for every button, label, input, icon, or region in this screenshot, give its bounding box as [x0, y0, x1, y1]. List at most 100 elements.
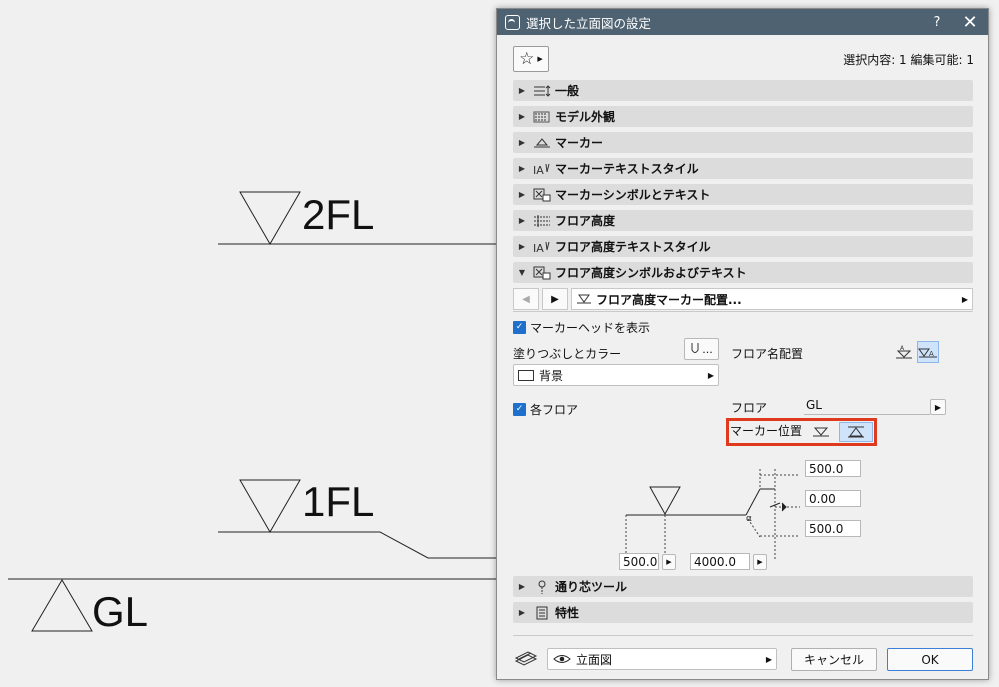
right-length-next-button[interactable]: ▶: [753, 554, 767, 570]
level-1fl-marker: [239, 479, 301, 534]
divider: [513, 635, 973, 636]
section-label: マーカーテキストスタイル: [555, 162, 699, 176]
symbol-text-icon: [531, 187, 553, 203]
symbol-text-icon: [531, 265, 553, 281]
level-gl-marker: [31, 579, 93, 632]
floor-label: フロア: [731, 401, 768, 415]
name-beside-button[interactable]: A: [917, 341, 939, 363]
chevron-right-icon: ▶: [551, 293, 559, 305]
elevation-settings-dialog: 選択した立面図の設定 ? ✕ ☆ ▶ 選択内容: 1 編集可能: 1 ▶ 一般 …: [496, 8, 989, 680]
star-icon: ☆: [519, 48, 535, 69]
section-properties[interactable]: ▶ 特性: [513, 602, 973, 623]
expand-arrow-icon: ▶: [518, 608, 526, 617]
expand-arrow-icon: ▶: [518, 112, 526, 121]
dialog-titlebar[interactable]: 選択した立面図の設定 ? ✕: [497, 9, 988, 35]
section-floor-level-text-style[interactable]: ▶ IA フロア高度テキストスタイル: [513, 236, 973, 257]
floor-next-button[interactable]: ▶: [930, 399, 946, 415]
selection-info: 選択内容: 1 編集可能: 1: [843, 53, 974, 67]
expand-arrow-icon: ▶: [518, 582, 526, 591]
left-length-field[interactable]: 500.0: [619, 553, 659, 570]
checkmark-icon: ✓: [513, 321, 526, 334]
alpha-label: α: [746, 514, 752, 524]
fill-value: 背景: [539, 368, 564, 383]
expand-arrow-icon: ▶: [518, 164, 526, 173]
expand-arrow-icon: ▶: [518, 190, 526, 199]
expand-arrow-icon: ▶: [518, 216, 526, 225]
marker-icon: [531, 135, 553, 151]
level-2fl-marker: [239, 191, 301, 246]
pen-icon: [691, 343, 699, 353]
floor-field[interactable]: GL: [804, 398, 930, 415]
left-length-next-button[interactable]: ▶: [662, 554, 676, 570]
section-marker-symbol-text[interactable]: ▶ マーカーシンボルとテキスト: [513, 184, 973, 205]
caret-right-icon: ▶: [765, 654, 772, 664]
prev-page-button[interactable]: ◀: [513, 288, 539, 310]
fill-pen-button[interactable]: ...: [684, 338, 719, 360]
section-label: フロア高度テキストスタイル: [555, 240, 711, 254]
close-button[interactable]: ✕: [952, 12, 988, 33]
properties-icon: [531, 605, 553, 621]
expand-arrow-icon: ▶: [518, 242, 526, 251]
collapse-arrow-icon: ▼: [518, 268, 526, 277]
section-floor-level[interactable]: ▶ フロア高度: [513, 210, 973, 231]
fill-swatch-icon: [518, 369, 534, 381]
floor-name-placement-label: フロア名配置: [731, 347, 804, 361]
show-marker-head-label: マーカーヘッドを表示: [530, 321, 651, 335]
layer-dropdown[interactable]: 立面図 ▶: [547, 648, 777, 670]
dialog-title: 選択した立面図の設定: [526, 15, 652, 31]
help-button[interactable]: ?: [922, 15, 952, 30]
grid-tool-icon: [531, 579, 553, 595]
section-grid-tool[interactable]: ▶ 通り芯ツール: [513, 576, 973, 597]
caret-right-icon: ▶: [934, 402, 942, 412]
fill-color-label: 塗りつぶしとカラー: [513, 347, 622, 361]
text-style-icon: IA: [531, 239, 553, 255]
section-label: 通り芯ツール: [555, 580, 628, 594]
layer-value: 立面図: [576, 652, 613, 667]
svg-text:IA: IA: [533, 164, 544, 176]
section-marker-text-style[interactable]: ▶ IA マーカーテキストスタイル: [513, 158, 973, 179]
section-label: マーカー: [555, 136, 604, 150]
expand-arrow-icon: ▶: [518, 138, 526, 147]
right-length-field[interactable]: 4000.0: [690, 553, 750, 570]
fill-dropdown[interactable]: 背景 ▶: [513, 364, 719, 386]
name-above-icon: A: [896, 345, 912, 359]
next-page-button[interactable]: ▶: [542, 288, 568, 310]
favorites-button[interactable]: ☆ ▶: [513, 46, 549, 72]
model-appearance-icon: [531, 109, 553, 125]
bottom-offset-field[interactable]: 500.0: [805, 520, 861, 537]
level-1fl-line: [218, 531, 499, 559]
caret-right-icon: ▶: [707, 370, 714, 380]
each-floor-checkbox[interactable]: ✓ 各フロア: [513, 401, 578, 418]
section-label: フロア高度シンボルおよびテキスト: [555, 266, 747, 280]
section-marker[interactable]: ▶ マーカー: [513, 132, 973, 153]
show-marker-head-checkbox[interactable]: ✓ マーカーヘッドを表示: [513, 319, 650, 336]
name-beside-icon: A: [918, 348, 937, 358]
level-marker-icon: [577, 294, 591, 304]
subpage-title: フロア高度マーカー配置...: [596, 292, 742, 307]
section-label: 一般: [555, 84, 580, 98]
svg-text:IA: IA: [533, 242, 544, 254]
angle-field[interactable]: 0.00: [805, 490, 861, 507]
level-1fl-label: 1FL: [302, 478, 375, 525]
ok-button[interactable]: OK: [887, 648, 973, 671]
caret-right-icon: ▶: [537, 55, 543, 63]
divider: [513, 311, 973, 312]
section-model-appearance[interactable]: ▶ モデル外観: [513, 106, 973, 127]
section-floor-level-symbol-text[interactable]: ▼ フロア高度シンボルおよびテキスト: [513, 262, 973, 283]
section-general[interactable]: ▶ 一般: [513, 80, 973, 101]
general-settings-icon: [531, 83, 553, 99]
expand-arrow-icon: ▶: [518, 86, 526, 95]
name-above-button[interactable]: A: [893, 341, 915, 363]
section-label: モデル外観: [555, 110, 616, 124]
chevron-left-icon: ◀: [522, 293, 530, 305]
top-offset-field[interactable]: 500.0: [805, 460, 861, 477]
subpage-selector[interactable]: フロア高度マーカー配置... ▶: [571, 288, 973, 310]
checkmark-icon: ✓: [513, 403, 526, 416]
level-gl-label: GL: [92, 588, 149, 635]
section-label: フロア高度: [555, 214, 616, 228]
each-floor-label: 各フロア: [530, 403, 579, 417]
eye-icon: [553, 655, 571, 663]
cancel-button[interactable]: キャンセル: [791, 648, 877, 671]
highlight-box: [726, 418, 877, 446]
level-2fl-label: 2FL: [302, 191, 375, 238]
